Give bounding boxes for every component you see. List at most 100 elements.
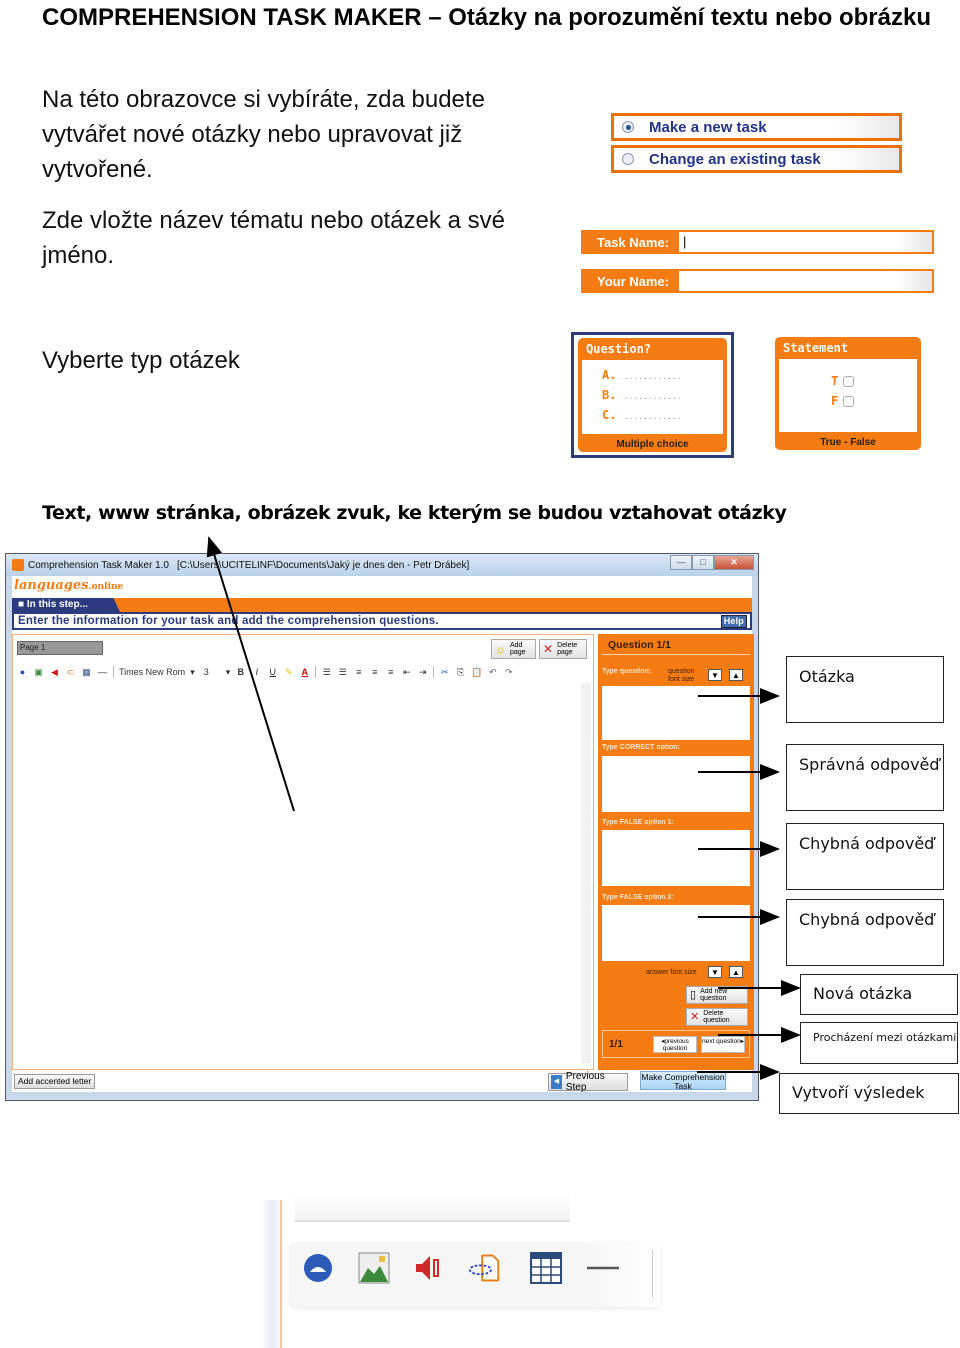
image-icon[interactable]: ▣ xyxy=(33,667,44,678)
false-option-1-label: Type FALSE option 1: xyxy=(602,819,674,826)
redo-icon[interactable]: ↷ xyxy=(503,667,514,678)
italic-button[interactable]: I xyxy=(251,667,262,678)
question-input[interactable] xyxy=(602,686,750,740)
radio-unselected-icon[interactable] xyxy=(622,153,634,165)
delete-page-button[interactable]: ✕ Delete page xyxy=(539,639,587,659)
editor-scrollbar[interactable] xyxy=(581,683,591,1063)
callout-browse-questions: Procházení mezi otázkami xyxy=(800,1022,958,1064)
next-question-button[interactable]: next question▸ xyxy=(701,1036,745,1053)
attach-file-icon xyxy=(468,1254,500,1282)
question-navigation: 1/1 ◂previous question next question▸ xyxy=(602,1030,750,1058)
maximize-button[interactable]: □ xyxy=(692,555,714,570)
dots: ............ xyxy=(623,412,682,421)
close-button[interactable]: ✕ xyxy=(714,555,754,570)
your-name-input[interactable] xyxy=(679,271,932,291)
paragraph-choose-type: Vyberte typ otázek xyxy=(42,347,240,374)
question-counter: 1/1 xyxy=(609,1039,623,1050)
callout-new-question: Nová otázka xyxy=(800,974,958,1015)
document-title: COMPREHENSION TASK MAKER – Otázky na por… xyxy=(42,4,931,31)
callout-create-result: Vytvoří výsledek xyxy=(779,1073,959,1114)
bottom-bar: Add accented letter ◀ Previous Step Make … xyxy=(12,1070,752,1093)
add-accented-letter-button[interactable]: Add accented letter xyxy=(14,1074,96,1089)
chevron-down-icon[interactable]: ▾ xyxy=(190,667,195,678)
outdent-icon[interactable]: ⇤ xyxy=(401,667,412,678)
bold-button[interactable]: B xyxy=(235,667,246,678)
correct-option-label: Type CORRECT option: xyxy=(602,744,681,751)
add-question-button[interactable]: ▯ Add new question xyxy=(686,986,748,1004)
sound-icon[interactable]: ◀ xyxy=(49,667,60,678)
option-label: Change an existing task xyxy=(649,150,821,168)
table-icon[interactable]: ▦ xyxy=(81,667,92,678)
font-color-button[interactable]: A xyxy=(299,667,310,678)
question-title: Question 1/1 xyxy=(602,634,750,655)
delete-x-icon: ✕ xyxy=(543,641,554,656)
add-page-button[interactable]: ☼ Add page xyxy=(491,639,536,659)
content-editor: Page 1 ☼ Add page ✕ Delete page ● ▣ ◀ ⊂ ▦ … xyxy=(12,634,594,1070)
task-type-multiple-choice-selected[interactable]: Question? A. ............ B. ...........… xyxy=(571,332,734,458)
page-name-field[interactable]: Page 1 xyxy=(17,641,103,655)
copy-icon[interactable]: ⎘ xyxy=(455,667,466,678)
highlight-icon[interactable]: ✎ xyxy=(283,667,294,678)
option-letter-c: C. xyxy=(602,408,617,422)
false-option-1-input[interactable] xyxy=(602,830,750,886)
bullet-list-icon[interactable]: ☰ xyxy=(337,667,348,678)
step-tab: ■ In this step... xyxy=(12,598,120,612)
delete-x-icon: ✕ xyxy=(690,1010,700,1023)
question-font-increase-button[interactable]: ▲ xyxy=(729,669,743,681)
make-task-button[interactable]: Make Comprehension Task xyxy=(640,1071,726,1091)
multiple-choice-card[interactable]: Question? A. ............ B. ...........… xyxy=(578,338,727,452)
minimize-button[interactable]: — xyxy=(670,555,692,570)
attach-file-icon[interactable]: ⊂ xyxy=(65,667,76,678)
web-link-icon[interactable]: ● xyxy=(17,667,28,678)
align-right-icon[interactable]: ≡ xyxy=(385,667,396,678)
underline-button[interactable]: U xyxy=(267,667,278,678)
paste-icon[interactable]: 📋 xyxy=(471,667,482,678)
false-option-2-input[interactable] xyxy=(602,905,750,961)
window-title: Comprehension Task Maker 1.0 xyxy=(28,559,169,571)
question-font-decrease-button[interactable]: ▼ xyxy=(708,669,722,681)
false-letter: F xyxy=(831,394,839,408)
your-name-label: Your Name: xyxy=(597,273,669,289)
option-make-new-task[interactable]: Make a new task xyxy=(611,113,902,141)
indent-icon[interactable]: ⇥ xyxy=(417,667,428,678)
table-icon xyxy=(530,1252,562,1284)
zoomed-toolbar-detail xyxy=(260,1190,680,1348)
answer-font-increase-button[interactable]: ▲ xyxy=(729,966,743,978)
languages-online-logo: languages.online xyxy=(14,578,124,593)
radio-selected-icon[interactable] xyxy=(622,121,634,133)
true-false-card[interactable]: Statement T F True - False xyxy=(775,337,921,450)
help-button[interactable]: Help xyxy=(720,615,747,628)
card-header: Question? xyxy=(586,342,652,356)
font-name-select[interactable]: Times New Rom xyxy=(119,667,185,677)
option-change-existing-task[interactable]: Change an existing task xyxy=(611,145,902,173)
answer-font-size-label: answer font size xyxy=(646,969,697,976)
task-name-input[interactable]: | xyxy=(679,232,932,252)
previous-question-button[interactable]: ◂previous question xyxy=(653,1036,697,1053)
zoomed-page-field xyxy=(295,1190,570,1222)
delete-question-button[interactable]: ✕ Delete question xyxy=(686,1008,748,1026)
align-left-icon[interactable]: ≡ xyxy=(353,667,364,678)
paragraph-enter-name: Zde vložte název tématu nebo otázek a sv… xyxy=(42,207,505,269)
sun-icon: ☼ xyxy=(495,641,506,656)
cut-icon[interactable]: ✂ xyxy=(439,667,450,678)
instruction-text: Enter the information for your task and … xyxy=(18,615,439,627)
font-size-select[interactable]: 3 xyxy=(204,667,209,677)
correct-option-input[interactable] xyxy=(602,756,750,812)
triangle-right-icon: ▸ xyxy=(740,1038,744,1045)
callout-wrong-answer-2: Chybná odpověď xyxy=(786,899,944,966)
content-text-area[interactable] xyxy=(15,683,579,1063)
horizontal-rule-icon[interactable]: — xyxy=(97,667,108,678)
numbered-list-icon[interactable]: ☰ xyxy=(321,667,332,678)
chevron-down-icon[interactable]: ▾ xyxy=(226,667,231,678)
checkbox-icon xyxy=(843,375,855,387)
undo-icon[interactable]: ↶ xyxy=(487,667,498,678)
new-document-icon: ▯ xyxy=(690,988,697,1001)
window-titlebar: Comprehension Task Maker 1.0 [C:\Users\U… xyxy=(6,554,758,576)
type-question-label: Type question: xyxy=(602,668,652,675)
horizontal-rule-icon xyxy=(587,1266,619,1270)
dots: ............ xyxy=(623,392,682,401)
question-panel: Question 1/1 Type question: question fon… xyxy=(598,634,754,1070)
align-center-icon[interactable]: ≡ xyxy=(369,667,380,678)
previous-step-button[interactable]: ◀ Previous Step xyxy=(548,1071,628,1093)
answer-font-decrease-button[interactable]: ▼ xyxy=(708,966,722,978)
